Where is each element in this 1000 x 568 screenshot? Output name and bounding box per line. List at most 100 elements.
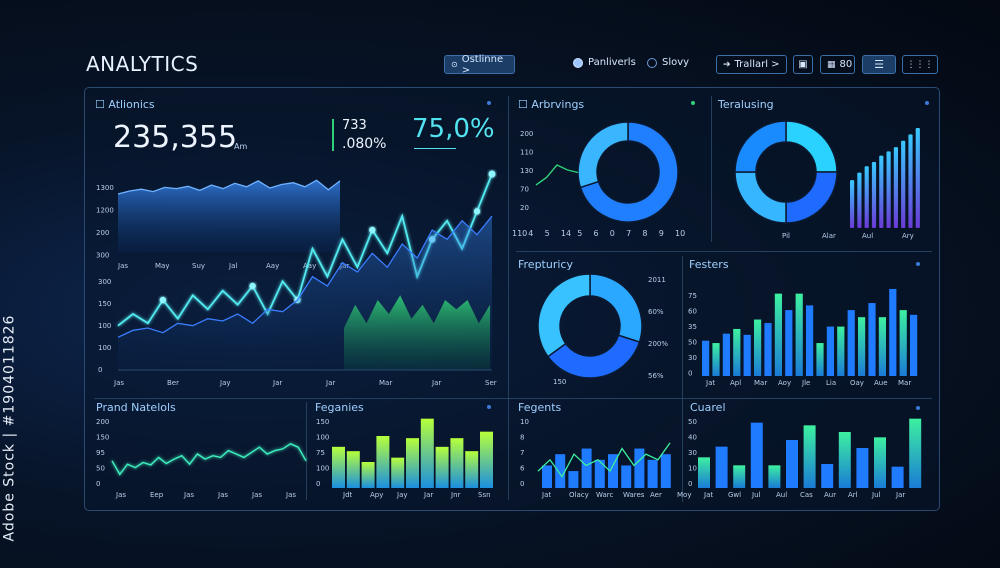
x-tick-label: 9 bbox=[659, 229, 664, 238]
bar bbox=[816, 343, 824, 376]
x-tick-label: Aur bbox=[824, 491, 836, 499]
x-tick-label: Jas bbox=[113, 379, 124, 387]
panel-label-teralusing: Teralusing bbox=[718, 98, 774, 111]
bar bbox=[702, 340, 710, 376]
x-tick-label: Wares bbox=[623, 491, 645, 499]
tick-label: 2011 bbox=[648, 276, 666, 284]
x-tick-label: Jul bbox=[751, 491, 761, 499]
x-tick-label: 8 bbox=[642, 229, 647, 238]
frepturicy-donut-slice bbox=[589, 273, 643, 344]
y-tick-label: 200 bbox=[96, 229, 109, 237]
bar bbox=[555, 454, 566, 488]
prand-line bbox=[111, 443, 307, 476]
bar bbox=[847, 310, 855, 376]
bar bbox=[857, 172, 862, 228]
x-tick-label: Ssn bbox=[478, 491, 491, 499]
bar bbox=[893, 147, 898, 228]
x-tick-label: Jar bbox=[431, 379, 441, 387]
x-tick-label: Ary bbox=[902, 232, 914, 240]
y-tick-label: 0 bbox=[688, 370, 692, 378]
panel-label-cuarel: Cuarel bbox=[690, 401, 726, 414]
x-tick-label: Pil bbox=[782, 232, 790, 240]
y-tick-label: 70 bbox=[520, 186, 529, 194]
y-tick-label: 7 bbox=[520, 449, 524, 457]
y-tick-label: 30 bbox=[688, 354, 697, 362]
y-tick-label: 150 bbox=[96, 434, 109, 442]
bar bbox=[480, 431, 493, 488]
panel-label-festers: Festers bbox=[689, 258, 729, 271]
x-tick-label: Warc bbox=[596, 491, 613, 499]
bar bbox=[806, 305, 814, 376]
x-tick-label: Jas bbox=[285, 491, 296, 499]
tick-label: 150 bbox=[553, 378, 566, 386]
bar bbox=[743, 334, 751, 376]
x-tick-label: Jat bbox=[705, 379, 715, 387]
bar bbox=[910, 314, 918, 376]
y-tick-label: 30 bbox=[688, 449, 697, 457]
bar bbox=[899, 310, 907, 376]
y-tick-label: 100 bbox=[316, 465, 329, 473]
bar bbox=[621, 465, 632, 488]
panel-label-fegents: Fegents bbox=[518, 401, 562, 414]
teralusing-donut-slice bbox=[785, 171, 838, 224]
panel-dot bbox=[916, 262, 920, 266]
bar bbox=[850, 180, 855, 228]
x-tick-label: Jas bbox=[217, 491, 228, 499]
y-tick-label: 75 bbox=[316, 449, 325, 457]
y-tick-label: 10 bbox=[688, 465, 697, 473]
x-tick-label: Jle bbox=[801, 379, 810, 387]
panel-dot bbox=[925, 101, 929, 105]
bar bbox=[838, 432, 851, 488]
x-tick-label: Arl bbox=[848, 491, 858, 499]
arbrvings-line bbox=[535, 164, 579, 186]
bar bbox=[874, 437, 886, 488]
x-tick-label: May bbox=[155, 262, 169, 270]
teralusing-donut-slice bbox=[785, 120, 838, 173]
bar bbox=[722, 333, 730, 376]
x-tick-label: Jdt bbox=[342, 491, 353, 499]
y-tick-label: 130 bbox=[520, 167, 533, 175]
y-tick-label: 8 bbox=[520, 434, 524, 442]
x-tick-label: Oay bbox=[850, 379, 864, 387]
bar bbox=[715, 446, 728, 488]
panel-label-arbrvings: ☐ Arbrvings bbox=[518, 98, 585, 111]
bar bbox=[886, 151, 891, 228]
bar bbox=[332, 446, 345, 488]
x-tick-label: 7 bbox=[626, 229, 631, 238]
y-tick-label: 0 bbox=[688, 480, 692, 488]
y-tick-label: 200 bbox=[520, 130, 533, 138]
y-tick-label: 150 bbox=[316, 418, 329, 426]
x-tick-label: Lia bbox=[826, 379, 836, 387]
x-tick-label: Jnr bbox=[450, 491, 461, 499]
x-tick-label: Jar bbox=[895, 491, 905, 499]
bar bbox=[785, 310, 793, 376]
x-tick-label: Mar bbox=[379, 379, 392, 387]
data-point bbox=[159, 296, 167, 304]
bar bbox=[465, 451, 479, 488]
bar bbox=[698, 457, 710, 488]
y-tick-label: 40 bbox=[688, 434, 697, 442]
bar bbox=[826, 326, 834, 376]
bar bbox=[750, 422, 763, 488]
y-tick-label: 300 bbox=[98, 278, 111, 286]
y-tick-label: 20 bbox=[520, 204, 529, 212]
panel-dot bbox=[487, 405, 491, 409]
bar bbox=[733, 465, 746, 488]
frepturicy-donut-slice bbox=[537, 273, 591, 358]
y-tick-label: 95 bbox=[96, 449, 105, 457]
bar bbox=[868, 303, 876, 376]
x-tick-label: Aue bbox=[874, 379, 888, 387]
panel-label-prand: Prand Natelols bbox=[96, 401, 176, 414]
bar bbox=[450, 438, 464, 488]
y-tick-label: 0 bbox=[316, 480, 320, 488]
x-tick-label: Moy bbox=[677, 491, 691, 499]
x-tick-label: Aay bbox=[266, 262, 279, 270]
x-tick-label: Jul bbox=[871, 491, 881, 499]
bar bbox=[908, 134, 913, 228]
x-tick-label: 14 bbox=[561, 229, 571, 238]
y-tick-label: 0 bbox=[96, 480, 100, 488]
bar bbox=[733, 328, 741, 376]
y-tick-label: 150 bbox=[98, 300, 111, 308]
y-tick-label: 50 bbox=[688, 339, 697, 347]
x-tick-label: Ber bbox=[167, 379, 179, 387]
